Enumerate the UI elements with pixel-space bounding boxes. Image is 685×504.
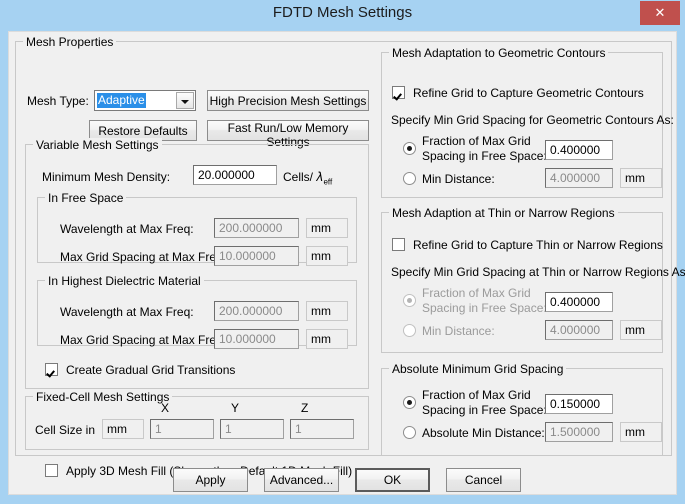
geometric-fraction-label-line1: Fraction of Max Grid bbox=[422, 134, 531, 148]
cell-size-y-input[interactable] bbox=[220, 419, 284, 439]
group-mesh-properties-legend: Mesh Properties bbox=[23, 35, 117, 49]
minimum-mesh-density-input[interactable] bbox=[193, 165, 277, 185]
high-precision-mesh-settings-button[interactable]: High Precision Mesh Settings bbox=[207, 90, 369, 111]
minimum-mesh-density-label: Minimum Mesh Density: bbox=[42, 170, 171, 184]
apply-3d-mesh-fill-checkbox[interactable] bbox=[45, 464, 58, 477]
thin-fraction-label-line1: Fraction of Max Grid bbox=[422, 286, 531, 300]
dielectric-wavelength-label: Wavelength at Max Freq: bbox=[60, 305, 194, 319]
geometric-min-distance-radio[interactable] bbox=[403, 172, 416, 185]
refine-geometric-contours-checkbox[interactable] bbox=[392, 86, 405, 99]
cancel-button[interactable]: Cancel bbox=[446, 468, 521, 492]
mesh-type-label: Mesh Type: bbox=[27, 94, 89, 108]
free-space-max-grid-units: mm bbox=[306, 246, 348, 266]
advanced-button[interactable]: Advanced... bbox=[264, 468, 339, 492]
cell-size-label: Cell Size in bbox=[35, 423, 96, 437]
fast-run-low-memory-settings-button[interactable]: Fast Run/Low Memory Settings bbox=[207, 120, 369, 149]
thin-min-distance-input[interactable] bbox=[545, 320, 613, 340]
free-space-max-grid-input[interactable] bbox=[214, 246, 299, 266]
group-absolute-min-legend: Absolute Minimum Grid Spacing bbox=[389, 362, 567, 376]
refine-geometric-contours-label: Refine Grid to Capture Geometric Contour… bbox=[413, 86, 644, 100]
geometric-min-distance-input[interactable] bbox=[545, 168, 613, 188]
geometric-fraction-label-line2: Spacing in Free Space: bbox=[422, 149, 547, 163]
thin-min-distance-radio[interactable] bbox=[403, 324, 416, 337]
create-gradual-grid-transitions-checkbox[interactable] bbox=[45, 363, 58, 376]
group-in-free-space-legend: In Free Space bbox=[45, 191, 127, 205]
cell-size-units: mm bbox=[102, 419, 144, 439]
dielectric-wavelength-units: mm bbox=[306, 301, 348, 321]
refine-thin-narrow-checkbox[interactable] bbox=[392, 238, 405, 251]
group-fixed-cell-legend: Fixed-Cell Mesh Settings bbox=[33, 390, 173, 404]
units-subscript: eff bbox=[323, 177, 333, 187]
absolute-min-distance-input[interactable] bbox=[545, 422, 613, 442]
free-space-wavelength-label: Wavelength at Max Freq: bbox=[60, 222, 194, 236]
fixed-cell-col-y: Y bbox=[231, 401, 240, 415]
group-thin-narrow-legend: Mesh Adaption at Thin or Narrow Regions bbox=[389, 206, 618, 220]
ok-button[interactable]: OK bbox=[355, 468, 430, 492]
specify-thin-narrow-label: Specify Min Grid Spacing at Thin or Narr… bbox=[391, 265, 685, 279]
group-dielectric-legend: In Highest Dielectric Material bbox=[45, 274, 204, 288]
thin-min-distance-units: mm bbox=[620, 320, 662, 340]
apply-button[interactable]: Apply bbox=[173, 468, 248, 492]
mesh-type-selected-value: Adaptive bbox=[97, 93, 146, 108]
absolute-fraction-label-line1: Fraction of Max Grid bbox=[422, 388, 531, 402]
refine-thin-narrow-label: Refine Grid to Capture Thin or Narrow Re… bbox=[413, 238, 663, 252]
cell-size-z-input[interactable] bbox=[290, 419, 354, 439]
window-title: FDTD Mesh Settings bbox=[272, 4, 413, 21]
absolute-min-distance-units: mm bbox=[620, 422, 662, 442]
absolute-fraction-input[interactable] bbox=[545, 394, 613, 414]
fixed-cell-col-z: Z bbox=[301, 401, 309, 415]
close-icon[interactable]: ✕ bbox=[640, 1, 680, 25]
mesh-type-dropdown[interactable]: Adaptive bbox=[94, 90, 196, 111]
dielectric-max-grid-input[interactable] bbox=[214, 329, 299, 349]
absolute-fraction-radio[interactable] bbox=[403, 396, 416, 409]
absolute-min-distance-radio[interactable] bbox=[403, 426, 416, 439]
group-geometric-contours-legend: Mesh Adaptation to Geometric Contours bbox=[389, 46, 609, 60]
geometric-fraction-input[interactable] bbox=[545, 140, 613, 160]
dielectric-wavelength-input[interactable] bbox=[214, 301, 299, 321]
title-bar: FDTD Mesh Settings ✕ bbox=[0, 0, 685, 30]
dialog-client-area: Mesh Properties Mesh Type: Adaptive High… bbox=[8, 31, 685, 495]
geometric-min-distance-units: mm bbox=[620, 168, 662, 188]
free-space-max-grid-label: Max Grid Spacing at Max Freq: bbox=[60, 250, 227, 264]
chevron-down-icon[interactable] bbox=[176, 92, 194, 109]
create-gradual-grid-transitions-label: Create Gradual Grid Transitions bbox=[66, 363, 236, 377]
fixed-cell-col-x: X bbox=[161, 401, 170, 415]
thin-fraction-radio[interactable] bbox=[403, 294, 416, 307]
dielectric-max-grid-units: mm bbox=[306, 329, 348, 349]
dielectric-max-grid-label: Max Grid Spacing at Max Freq: bbox=[60, 333, 227, 347]
absolute-min-distance-label: Absolute Min Distance: bbox=[422, 426, 545, 440]
thin-min-distance-label: Min Distance: bbox=[422, 324, 495, 338]
cell-size-x-input[interactable] bbox=[150, 419, 214, 439]
geometric-fraction-radio[interactable] bbox=[403, 142, 416, 155]
units-prefix: Cells/ bbox=[283, 170, 317, 184]
free-space-wavelength-units: mm bbox=[306, 218, 348, 238]
specify-geometric-contours-label: Specify Min Grid Spacing for Geometric C… bbox=[391, 113, 674, 127]
minimum-mesh-density-units: Cells/ λeff bbox=[283, 170, 332, 186]
thin-fraction-input[interactable] bbox=[545, 292, 613, 312]
fdtd-mesh-settings-dialog: FDTD Mesh Settings ✕ Mesh Properties Mes… bbox=[0, 0, 685, 504]
thin-fraction-label-line2: Spacing in Free Space: bbox=[422, 301, 547, 315]
group-variable-mesh-legend: Variable Mesh Settings bbox=[33, 138, 162, 152]
geometric-min-distance-label: Min Distance: bbox=[422, 172, 495, 186]
absolute-fraction-label-line2: Spacing in Free Space: bbox=[422, 403, 547, 417]
free-space-wavelength-input[interactable] bbox=[214, 218, 299, 238]
